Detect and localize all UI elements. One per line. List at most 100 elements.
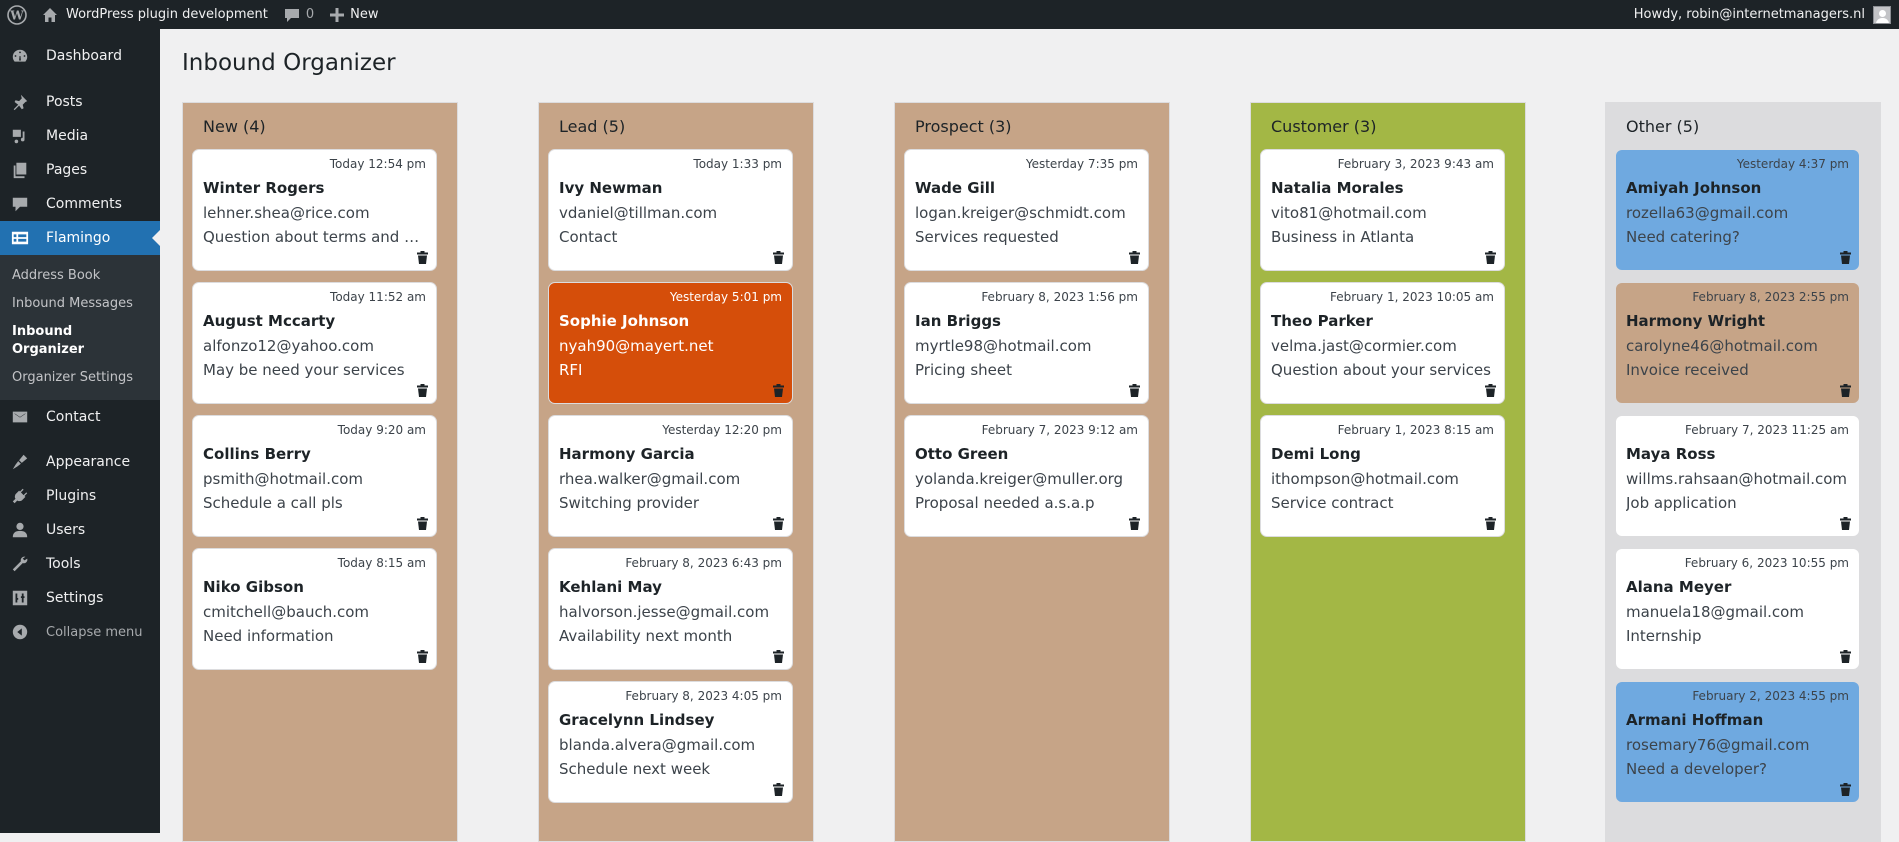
main-content: Inbound Organizer New (4) Today 12:54 pm W… xyxy=(160,29,1899,842)
card-name: Ivy Newman xyxy=(559,179,663,197)
collapse-menu-button[interactable]: Collapse menu xyxy=(0,615,160,649)
admin-bar: W WordPress plugin development 0 New How… xyxy=(0,0,1899,29)
trash-icon[interactable] xyxy=(773,648,784,663)
sidebar-label: Media xyxy=(46,128,89,144)
sidebar-item-pages[interactable]: Pages xyxy=(0,153,160,187)
message-card[interactable]: February 8, 2023 4:05 pm Gracelynn Lindse… xyxy=(548,681,793,803)
card-email: blanda.alvera@gmail.com xyxy=(559,736,756,754)
avatar xyxy=(1873,5,1891,24)
message-card[interactable]: February 8, 2023 2:55 pm Harmony Wright ca… xyxy=(1615,282,1860,404)
trash-icon[interactable] xyxy=(417,515,428,530)
message-card[interactable]: Yesterday 5:01 pm Sophie Johnson nyah90@ma… xyxy=(548,282,793,404)
message-card[interactable]: Today 11:52 am August Mccarty alfonzo12@ya… xyxy=(192,282,437,404)
trash-icon[interactable] xyxy=(1840,781,1851,796)
submenu-inbound-organizer[interactable]: Inbound Organizer xyxy=(0,318,160,364)
sidebar-label: Settings xyxy=(46,590,104,606)
sidebar-item-appearance[interactable]: Appearance xyxy=(0,445,160,479)
message-card[interactable]: Yesterday 12:20 pm Harmony Garcia rhea.wal… xyxy=(548,415,793,537)
comments-link[interactable]: 0 xyxy=(276,0,322,29)
trash-icon[interactable] xyxy=(1840,249,1851,264)
submenu-organizer-settings[interactable]: Organizer Settings xyxy=(0,364,160,392)
site-name: WordPress plugin development xyxy=(66,7,268,22)
column-title: Prospect (3) xyxy=(915,117,1012,136)
trash-icon[interactable] xyxy=(1129,249,1140,264)
card-email: velma.jast@cormier.com xyxy=(1271,337,1457,355)
card-timestamp: Yesterday 4:37 pm xyxy=(1736,157,1849,171)
message-card[interactable]: February 8, 2023 1:56 pm Ian Briggs myrtle… xyxy=(904,282,1149,404)
trash-icon[interactable] xyxy=(773,781,784,796)
sidebar-item-dashboard[interactable]: Dashboard xyxy=(0,39,160,73)
card-subject: Schedule a call pls xyxy=(203,494,343,512)
card-name: Kehlani May xyxy=(559,578,662,596)
trash-icon[interactable] xyxy=(773,515,784,530)
card-timestamp: February 8, 2023 2:55 pm xyxy=(1692,290,1849,304)
sidebar-item-posts[interactable]: Posts xyxy=(0,85,160,119)
trash-icon[interactable] xyxy=(773,382,784,397)
card-name: Alana Meyer xyxy=(1626,578,1732,596)
message-card[interactable]: Yesterday 7:35 pm Wade Gill logan.kreiger@… xyxy=(904,149,1149,271)
trash-icon[interactable] xyxy=(1129,515,1140,530)
message-card[interactable]: February 6, 2023 10:55 pm Alana Meyer manu… xyxy=(1615,548,1860,670)
message-card[interactable]: Yesterday 4:37 pm Amiyah Johnson rozella63… xyxy=(1615,149,1860,271)
card-name: Maya Ross xyxy=(1626,445,1716,463)
sidebar-item-settings[interactable]: Settings xyxy=(0,581,160,615)
sidebar-label: Comments xyxy=(46,196,122,212)
card-email: yolanda.kreiger@muller.org xyxy=(915,470,1124,488)
message-card[interactable]: February 1, 2023 10:05 am Theo Parker velm… xyxy=(1260,282,1505,404)
trash-icon[interactable] xyxy=(1129,382,1140,397)
sidebar-item-media[interactable]: Media xyxy=(0,119,160,153)
card-name: Armani Hoffman xyxy=(1626,711,1764,729)
trash-icon[interactable] xyxy=(1840,648,1851,663)
column-title: Other (5) xyxy=(1626,117,1700,136)
card-email: carolyne46@hotmail.com xyxy=(1626,337,1818,355)
submenu-inbound-messages[interactable]: Inbound Messages xyxy=(0,290,160,318)
column-title: Customer (3) xyxy=(1271,117,1377,136)
message-card[interactable]: Today 8:15 am Niko Gibson cmitchell@bauch.… xyxy=(192,548,437,670)
trash-icon[interactable] xyxy=(1485,382,1496,397)
message-card[interactable]: Today 9:20 am Collins Berry psmith@hotmail… xyxy=(192,415,437,537)
message-card[interactable]: Today 12:54 pm Winter Rogers lehner.shea@r… xyxy=(192,149,437,271)
message-card[interactable]: February 7, 2023 11:25 am Maya Ross willms… xyxy=(1615,415,1860,537)
message-card[interactable]: February 2, 2023 4:55 pm Armani Hoffman ro… xyxy=(1615,681,1860,803)
card-email: rozella63@gmail.com xyxy=(1626,204,1789,222)
page-title: Inbound Organizer xyxy=(182,50,396,76)
sidebar-item-users[interactable]: Users xyxy=(0,513,160,547)
collapse-label: Collapse menu xyxy=(46,624,143,640)
trash-icon[interactable] xyxy=(417,249,428,264)
pages-icon xyxy=(10,160,30,180)
mail-icon xyxy=(10,407,30,427)
card-subject: May be need your services xyxy=(203,361,405,379)
trash-icon[interactable] xyxy=(773,249,784,264)
card-subject: Need catering? xyxy=(1626,228,1740,246)
message-card[interactable]: February 7, 2023 9:12 am Otto Green yoland… xyxy=(904,415,1149,537)
column-title: Lead (5) xyxy=(559,117,626,136)
new-content-button[interactable]: New xyxy=(322,0,386,29)
wordpress-logo-button[interactable]: W xyxy=(0,0,34,29)
sidebar-item-flamingo[interactable]: Flamingo xyxy=(0,221,160,255)
message-card[interactable]: Today 1:33 pm Ivy Newman vdaniel@tillman.c… xyxy=(548,149,793,271)
sidebar-item-comments[interactable]: Comments xyxy=(0,187,160,221)
column-other: Other (5) Yesterday 4:37 pm Amiyah Johnson… xyxy=(1605,102,1881,842)
my-account-menu[interactable]: Howdy, robin@internetmanagers.nl xyxy=(1626,0,1899,29)
message-card[interactable]: February 8, 2023 6:43 pm Kehlani May halvo… xyxy=(548,548,793,670)
trash-icon[interactable] xyxy=(1485,515,1496,530)
card-name: Sophie Johnson xyxy=(559,312,690,330)
card-timestamp: Yesterday 7:35 pm xyxy=(1025,157,1138,171)
sidebar-label: Posts xyxy=(46,94,83,110)
message-card[interactable]: February 3, 2023 9:43 am Natalia Morales v… xyxy=(1260,149,1505,271)
trash-icon[interactable] xyxy=(1840,382,1851,397)
trash-icon[interactable] xyxy=(1485,249,1496,264)
trash-icon[interactable] xyxy=(417,648,428,663)
message-card[interactable]: February 1, 2023 8:15 am Demi Long ithomps… xyxy=(1260,415,1505,537)
sidebar-item-contact[interactable]: Contact xyxy=(0,400,160,434)
flamingo-submenu: Address Book Inbound Messages Inbound Or… xyxy=(0,255,160,400)
plugin-icon xyxy=(10,486,30,506)
card-subject: Contact xyxy=(559,228,618,246)
site-name-link[interactable]: WordPress plugin development xyxy=(34,0,276,29)
sidebar-item-plugins[interactable]: Plugins xyxy=(0,479,160,513)
sidebar-item-tools[interactable]: Tools xyxy=(0,547,160,581)
card-name: Wade Gill xyxy=(915,179,996,197)
trash-icon[interactable] xyxy=(1840,515,1851,530)
trash-icon[interactable] xyxy=(417,382,428,397)
submenu-address-book[interactable]: Address Book xyxy=(0,262,160,290)
